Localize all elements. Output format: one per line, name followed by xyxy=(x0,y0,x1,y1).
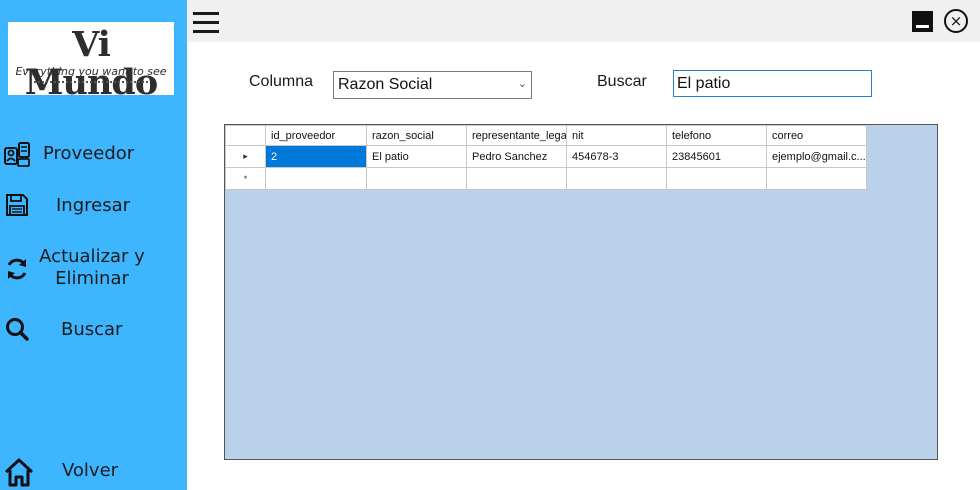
current-row-marker[interactable]: ▸ xyxy=(225,145,266,168)
sidebar-item-actualizar-eliminar[interactable]: Actualizar y Eliminar xyxy=(0,244,187,294)
title-bar: × xyxy=(187,0,980,42)
table-cell[interactable]: 2 xyxy=(265,145,367,168)
minimize-button[interactable] xyxy=(912,11,933,32)
logo-subtitle: Everything you want to see xyxy=(15,65,167,78)
sidebar: Vi Mundo Everything you want to see Prov… xyxy=(0,0,187,490)
table-cell[interactable] xyxy=(766,167,867,190)
new-row[interactable]: * xyxy=(225,167,867,190)
column-header[interactable]: nit xyxy=(566,125,667,146)
refresh-icon xyxy=(7,258,27,280)
column-header[interactable]: telefono xyxy=(666,125,767,146)
results-table: id_proveedor razon_social representante_… xyxy=(225,125,867,190)
column-select-value: Razon Social xyxy=(338,76,433,93)
sidebar-item-buscar[interactable]: Buscar xyxy=(0,314,187,346)
app-window: Vi Mundo Everything you want to see Prov… xyxy=(0,0,980,490)
new-row-marker[interactable]: * xyxy=(225,167,266,190)
table-row[interactable]: ▸ 2 El patio Pedro Sanchez 454678-3 2384… xyxy=(225,145,867,168)
close-icon: × xyxy=(949,11,963,30)
column-header[interactable]: id_proveedor xyxy=(265,125,367,146)
table-cell[interactable] xyxy=(666,167,767,190)
table-cell[interactable]: El patio xyxy=(366,145,467,168)
search-label: Buscar xyxy=(597,73,647,90)
sidebar-item-label: Actualizar y Eliminar xyxy=(36,246,148,290)
column-header[interactable]: representante_lega xyxy=(466,125,567,146)
sidebar-item-ingresar[interactable]: Ingresar xyxy=(0,190,187,222)
table-cell[interactable]: Pedro Sanchez xyxy=(466,145,567,168)
table-cell[interactable] xyxy=(265,167,367,190)
table-cell[interactable]: 23845601 xyxy=(666,145,767,168)
save-icon xyxy=(6,194,28,216)
sidebar-item-label-line2: Eliminar xyxy=(55,268,129,289)
column-select[interactable]: Razon Social ⌄ xyxy=(333,71,532,99)
results-grid[interactable]: id_proveedor razon_social representante_… xyxy=(224,124,938,460)
sidebar-item-label: Volver xyxy=(62,460,119,481)
menu-icon[interactable] xyxy=(193,12,219,33)
sidebar-item-proveedor[interactable]: Proveedor xyxy=(0,136,187,172)
table-cell[interactable] xyxy=(366,167,467,190)
table-cell[interactable] xyxy=(466,167,567,190)
search-input[interactable] xyxy=(673,70,872,97)
corner-header[interactable] xyxy=(225,125,266,146)
table-cell[interactable]: ejemplo@gmail.c... xyxy=(766,145,867,168)
table-cell[interactable]: 454678-3 xyxy=(566,145,667,168)
header-row: id_proveedor razon_social representante_… xyxy=(225,125,867,146)
column-label: Columna xyxy=(249,73,314,90)
table-cell[interactable] xyxy=(566,167,667,190)
column-header[interactable]: correo xyxy=(766,125,867,146)
logo-title: Vi Mundo xyxy=(24,24,158,103)
sidebar-item-volver[interactable]: Volver xyxy=(0,454,187,488)
home-icon xyxy=(4,458,34,487)
column-header[interactable]: razon_social xyxy=(366,125,467,146)
search-icon xyxy=(6,318,29,341)
chevron-down-icon: ⌄ xyxy=(517,77,527,90)
logo: Vi Mundo Everything you want to see xyxy=(8,22,174,102)
sidebar-item-label: Buscar xyxy=(61,319,123,340)
close-button[interactable]: × xyxy=(944,9,968,33)
sidebar-item-label-line1: Actualizar y xyxy=(39,246,145,267)
sidebar-item-label: Ingresar xyxy=(56,195,131,216)
logo-divider xyxy=(34,81,148,83)
sidebar-item-label: Proveedor xyxy=(43,143,135,164)
supplier-icon xyxy=(4,142,30,167)
